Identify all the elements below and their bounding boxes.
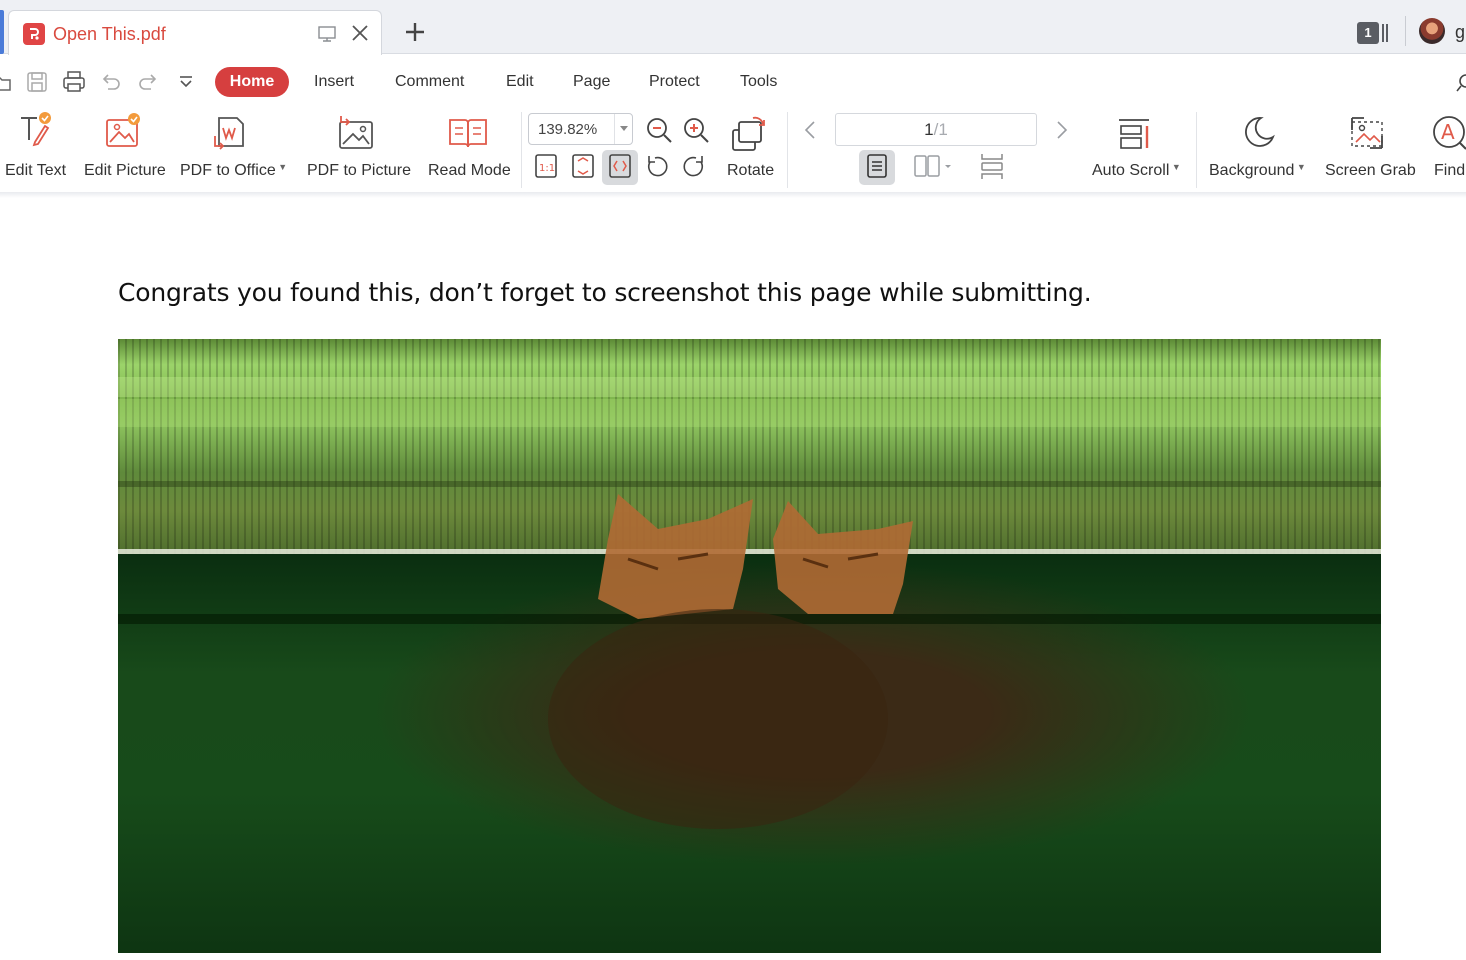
edit-text-label: Edit Text (5, 162, 67, 179)
continuous-scroll-view-icon[interactable] (978, 152, 1006, 185)
two-page-view-icon[interactable] (913, 152, 957, 185)
background-label: Background ▼ (1209, 162, 1306, 179)
dropdown-caret-icon: ▼ (275, 162, 288, 172)
edit-picture-icon (104, 112, 144, 155)
next-page-icon[interactable] (1053, 119, 1071, 146)
search-menu-icon[interactable] (1456, 72, 1466, 99)
zoom-value: 139.82% (538, 121, 598, 138)
auto-scroll-label: Auto Scroll ▼ (1092, 162, 1181, 179)
user-name[interactable]: g (1455, 22, 1465, 43)
auto-scroll-icon (1117, 116, 1153, 157)
document-text: Congrats you found this, don’t forget to… (118, 278, 1092, 307)
actual-size-icon[interactable]: 1:1 (533, 152, 559, 185)
pdf-to-picture-label: PDF to Picture (307, 162, 412, 179)
moon-icon (1239, 114, 1275, 155)
close-tab-icon[interactable] (349, 22, 371, 49)
zoom-out-icon[interactable] (644, 115, 674, 150)
rotate-label: Rotate (727, 162, 775, 179)
menu-comment[interactable]: Comment (395, 73, 464, 91)
menu-tools[interactable]: Tools (740, 73, 777, 91)
tab-count-button[interactable]: 1 (1357, 22, 1389, 44)
print-icon[interactable] (62, 70, 86, 99)
screen-grab-icon (1348, 114, 1386, 157)
new-tab-plus-icon[interactable] (402, 19, 428, 50)
menu-home[interactable]: Home (215, 67, 289, 97)
svg-text:A: A (1441, 120, 1455, 144)
zoom-select[interactable]: 139.82% (528, 113, 633, 145)
monitor-icon[interactable] (317, 24, 337, 49)
find-label: Find (1434, 162, 1466, 179)
screen-grab-label: Screen Grab (1325, 162, 1416, 179)
page-total: /1 (933, 120, 948, 139)
svg-text:1:1: 1:1 (539, 163, 555, 174)
find-text-icon: A (1431, 114, 1466, 157)
fit-width-icon[interactable] (607, 152, 633, 185)
single-page-view-icon[interactable] (864, 152, 890, 185)
zoom-dropdown-arrow-icon[interactable] (614, 114, 632, 144)
book-icon (448, 116, 488, 155)
pdf-to-office-label: PDF to Office ▼ (180, 162, 288, 179)
dropdown-caret-icon: ▼ (1294, 162, 1306, 172)
fit-page-icon[interactable] (570, 152, 596, 185)
tab-open-this-pdf[interactable]: Open This.pdf (8, 10, 382, 55)
edit-text-icon (17, 112, 53, 155)
tab-bar: Open This.pdf 1 g (0, 0, 1466, 55)
previous-tab-edge[interactable] (0, 10, 4, 54)
rotate-right-icon[interactable] (681, 152, 707, 185)
save-icon[interactable] (25, 70, 49, 99)
cats-illustration (548, 494, 913, 829)
document-cat-image (118, 339, 1381, 953)
pdf-to-picture-icon (337, 114, 377, 157)
customize-quick-access-icon[interactable] (174, 70, 198, 99)
tab-title: Open This.pdf (53, 24, 166, 44)
menu-page[interactable]: Page (573, 73, 610, 91)
previous-page-icon[interactable] (801, 119, 819, 146)
menu-insert[interactable]: Insert (314, 73, 354, 91)
undo-icon[interactable] (99, 70, 123, 99)
rotate-left-icon[interactable] (644, 152, 670, 185)
pdf-to-office-icon (211, 114, 251, 157)
open-folder-icon[interactable] (0, 70, 12, 99)
dropdown-caret-icon: ▼ (1169, 162, 1181, 172)
menu-edit[interactable]: Edit (506, 73, 534, 91)
pdf-file-icon (23, 23, 45, 45)
user-avatar[interactable] (1419, 18, 1445, 44)
tab-count-badge: 1 (1357, 22, 1379, 44)
redo-icon[interactable] (136, 70, 160, 99)
rotate-page-icon (729, 116, 769, 157)
read-mode-label: Read Mode (428, 162, 511, 179)
page-current: 1 (924, 120, 934, 139)
edit-picture-label: Edit Picture (84, 162, 166, 179)
zoom-in-icon[interactable] (681, 115, 711, 150)
menu-protect[interactable]: Protect (649, 73, 700, 91)
page-number-input[interactable]: 1/1 (835, 113, 1037, 146)
